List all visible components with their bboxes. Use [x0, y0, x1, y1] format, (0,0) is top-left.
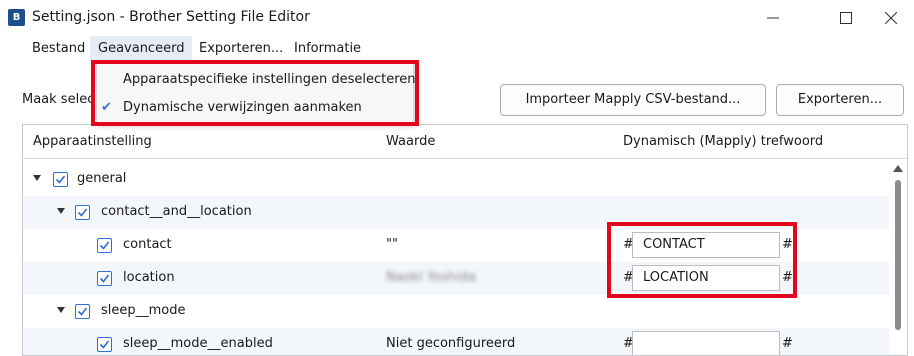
tree-header: Apparaatinstelling Waarde Dynamisch (Map… — [23, 125, 907, 159]
tree-row-general[interactable]: general — [23, 163, 889, 196]
column-header-setting[interactable]: Apparaatinstelling — [33, 134, 152, 149]
import-mapply-csv-button[interactable]: Importeer Mapply CSV-bestand... — [500, 84, 766, 116]
collapse-arrow-icon[interactable] — [33, 175, 41, 181]
checkbox-sleep-mode-enabled[interactable] — [97, 337, 112, 352]
row-value: Niet geconfigureerd — [386, 336, 516, 351]
minimize-button[interactable] — [750, 0, 796, 36]
menu-geavanceerd[interactable]: Geavanceerd — [90, 36, 193, 62]
maximize-button[interactable] — [823, 0, 869, 36]
row-label: sleep__mode — [101, 303, 186, 318]
column-header-keyword[interactable]: Dynamisch (Mapply) trefwoord — [623, 134, 823, 149]
minimize-icon — [767, 17, 779, 19]
collapse-arrow-icon[interactable] — [57, 307, 65, 313]
checkbox-general[interactable] — [53, 172, 68, 187]
checkmark-icon — [99, 241, 110, 250]
collapse-arrow-icon[interactable] — [57, 208, 65, 214]
checkmark-icon — [77, 307, 88, 316]
checkmark-icon — [99, 274, 110, 283]
checkmark-icon — [77, 208, 88, 217]
title-bar: B Setting.json - Brother Setting File Ed… — [0, 0, 914, 36]
scrollbar-thumb[interactable] — [895, 180, 901, 330]
keyword-input-sleep-mode-enabled[interactable] — [632, 331, 780, 355]
row-label: contact — [123, 237, 172, 252]
menu-exporteren[interactable]: Exporteren... — [191, 36, 291, 62]
tree-row-sleep-mode-enabled[interactable]: sleep__mode__enabled Niet geconfigureerd… — [23, 328, 889, 355]
window-title: Setting.json - Brother Setting File Edit… — [32, 9, 310, 25]
checkbox-location[interactable] — [97, 271, 112, 286]
scroll-up-icon[interactable] — [893, 165, 903, 172]
app-icon: B — [8, 9, 25, 26]
menu-bestand[interactable]: Bestand — [24, 36, 93, 62]
checkbox-sleep-mode[interactable] — [75, 304, 90, 319]
tree-row-sleep-mode[interactable]: sleep__mode — [23, 295, 889, 328]
row-label: general — [77, 171, 127, 186]
hash-suffix: # — [782, 336, 793, 351]
checkbox-contact[interactable] — [97, 238, 112, 253]
checkbox-contact-and-location[interactable] — [75, 205, 90, 220]
menu-bar: Bestand Geavanceerd Exporteren... Inform… — [0, 36, 914, 62]
vertical-scrollbar[interactable] — [889, 160, 907, 355]
close-button[interactable] — [868, 0, 914, 36]
row-value: Naoki Yoshida — [386, 270, 476, 285]
export-button[interactable]: Exporteren... — [776, 84, 904, 116]
row-label: location — [123, 270, 175, 285]
maximize-icon — [840, 12, 852, 24]
menu-highlight-box — [91, 60, 419, 126]
close-icon — [885, 12, 897, 24]
keyword-highlight-box — [607, 222, 797, 298]
row-value: "" — [386, 237, 398, 252]
checkmark-icon — [55, 175, 66, 184]
row-label: contact__and__location — [101, 204, 252, 219]
menu-informatie[interactable]: Informatie — [286, 36, 369, 62]
column-header-value[interactable]: Waarde — [386, 134, 435, 149]
selection-label: Maak selec — [22, 92, 95, 107]
row-label: sleep__mode__enabled — [123, 336, 273, 351]
checkmark-icon — [99, 340, 110, 349]
